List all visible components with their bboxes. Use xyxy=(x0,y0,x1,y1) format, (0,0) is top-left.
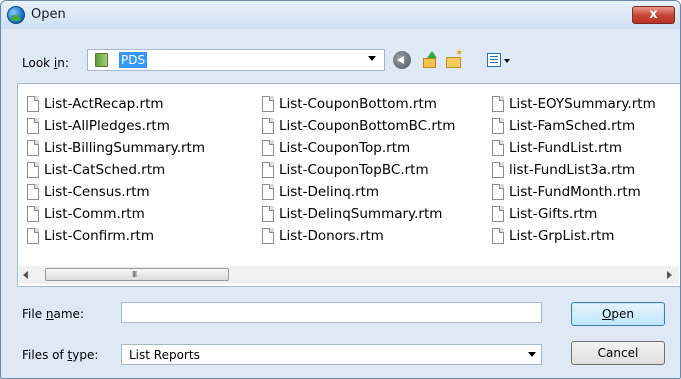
document-icon xyxy=(262,228,274,244)
file-name-input[interactable] xyxy=(121,302,542,323)
window-title: Open xyxy=(31,7,66,22)
document-icon xyxy=(262,118,274,134)
document-icon xyxy=(262,96,274,112)
file-name-label: File name: xyxy=(22,307,84,321)
up-folder-icon[interactable] xyxy=(421,51,439,69)
scroll-right-icon[interactable] xyxy=(667,271,672,279)
open-dialog: Open x Look in: PDS List-ActRecap.rtm Li… xyxy=(0,0,681,379)
views-chevron-down-icon[interactable] xyxy=(504,59,510,63)
grip-icon: III xyxy=(132,270,137,279)
close-button[interactable]: x xyxy=(632,6,675,24)
document-icon xyxy=(262,206,274,222)
document-icon xyxy=(27,118,39,134)
title-bar[interactable]: Open x xyxy=(1,1,680,29)
scroll-left-icon[interactable] xyxy=(23,271,28,279)
document-icon xyxy=(492,184,504,200)
document-icon xyxy=(27,140,39,156)
open-button[interactable]: Open xyxy=(571,302,665,326)
look-in-value: PDS xyxy=(119,52,148,68)
close-icon: x xyxy=(649,7,658,22)
document-icon xyxy=(27,184,39,200)
document-icon xyxy=(492,162,504,178)
document-icon xyxy=(27,162,39,178)
chevron-down-icon[interactable] xyxy=(368,56,376,61)
cancel-button[interactable]: Cancel xyxy=(571,341,665,365)
document-icon xyxy=(492,96,504,112)
document-icon xyxy=(262,162,274,178)
file-type-label: Files of type: xyxy=(22,348,99,362)
document-icon xyxy=(27,96,39,112)
scrollbar-thumb[interactable]: III xyxy=(45,268,229,281)
globe-app-icon xyxy=(7,6,25,24)
back-icon[interactable] xyxy=(393,51,411,69)
look-in-label: Look in: xyxy=(22,56,69,70)
document-icon xyxy=(492,118,504,134)
new-folder-icon[interactable] xyxy=(445,48,463,69)
document-icon xyxy=(492,206,504,222)
document-icon xyxy=(492,228,504,244)
folder-icon xyxy=(95,53,108,67)
look-in-dropdown[interactable]: PDS xyxy=(87,49,385,71)
horizontal-scrollbar[interactable]: III xyxy=(19,266,679,284)
document-icon xyxy=(27,206,39,222)
document-icon xyxy=(262,140,274,156)
file-list[interactable]: List-ActRecap.rtm List-AllPledges.rtm Li… xyxy=(17,83,680,287)
document-icon xyxy=(27,228,39,244)
file-type-select[interactable]: List Reports xyxy=(121,344,542,365)
chevron-down-icon[interactable] xyxy=(528,352,536,357)
file-type-value: List Reports xyxy=(129,348,200,362)
document-icon xyxy=(492,140,504,156)
views-menu-icon[interactable] xyxy=(487,53,501,67)
document-icon xyxy=(262,184,274,200)
